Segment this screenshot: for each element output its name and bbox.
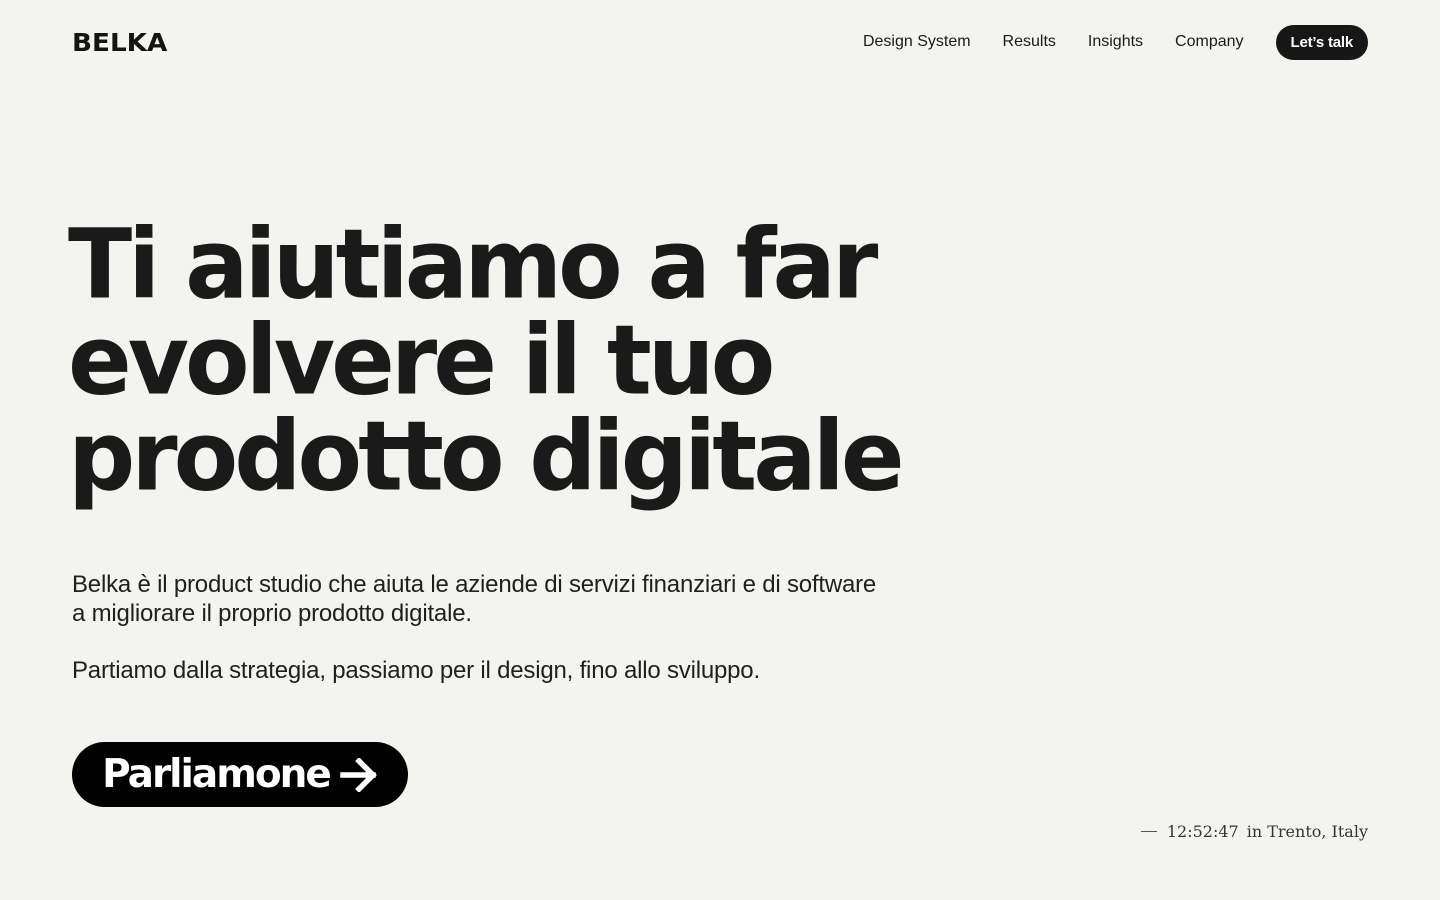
clock-location: in Trento, Italy — [1246, 822, 1368, 841]
logo[interactable]: BELKA — [72, 28, 167, 57]
hero-intro: Belka è il product studio che aiuta le a… — [72, 570, 892, 685]
nav-link-results[interactable]: Results — [1003, 33, 1056, 51]
page: BELKA Design System Results Insights Com… — [0, 0, 1440, 900]
hero-title-line: Ti aiutiamo a far — [68, 209, 878, 322]
hero-title-line: evolvere il tuo — [68, 305, 775, 417]
nav-link-design-system[interactable]: Design System — [863, 33, 971, 51]
local-time: 12:52:47 in Trento, Italy — [1140, 822, 1368, 841]
nav-link-insights[interactable]: Insights — [1088, 33, 1143, 51]
parliamone-label: Parliamone — [102, 752, 332, 797]
hero-title-line: prodotto digitale — [68, 401, 905, 513]
main-nav: Design System Results Insights Company L… — [863, 24, 1368, 60]
parliamone-button[interactable]: Parliamone — [72, 742, 408, 807]
hero-title: Ti aiutiamo a far evolvere il tuo prodot… — [68, 209, 1028, 513]
site-header: BELKA Design System Results Insights Com… — [72, 24, 1368, 60]
clock-time: 12:52:47 — [1166, 822, 1239, 841]
arrow-right-icon — [340, 757, 378, 792]
intro-paragraph: Partiamo dalla strategia, passiamo per i… — [72, 657, 760, 684]
lets-talk-button[interactable]: Let’s talk — [1275, 24, 1368, 60]
intro-paragraph: Belka è il product studio che aiuta le a… — [72, 571, 877, 627]
nav-link-company[interactable]: Company — [1175, 33, 1243, 51]
dash-divider — [1140, 831, 1157, 832]
